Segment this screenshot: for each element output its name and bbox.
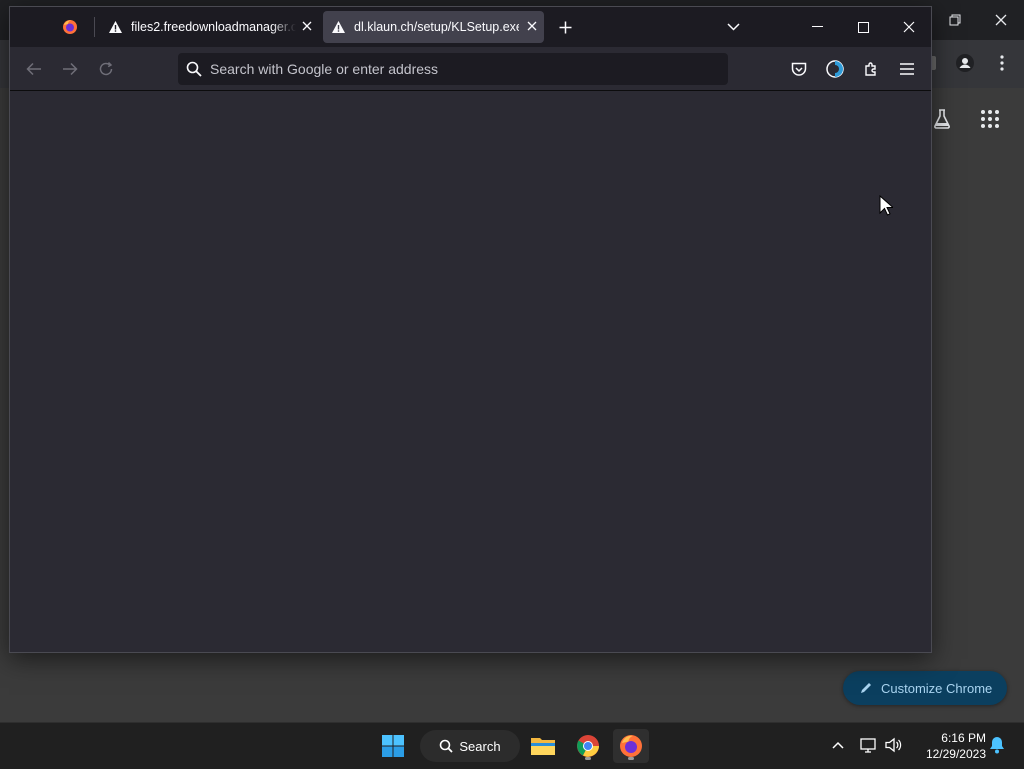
taskbar-search-label: Search <box>459 738 501 754</box>
running-indicator <box>628 757 634 760</box>
pocket-icon <box>791 62 807 76</box>
chrome-icon <box>577 735 599 757</box>
tab-firefox-view[interactable] <box>56 11 84 43</box>
forward-button[interactable] <box>57 57 83 81</box>
tab-files2-freedownloadmanager[interactable]: files2.freedownloadmanager.org <box>100 11 320 43</box>
new-tab-button[interactable] <box>552 11 578 43</box>
hamburger-icon <box>900 63 914 75</box>
pocket-button[interactable] <box>786 57 812 81</box>
page-content <box>10 91 931 652</box>
tab-title: files2.freedownloadmanager.org <box>131 20 296 34</box>
back-arrow-icon <box>26 62 41 76</box>
account-icon <box>826 60 844 78</box>
google-apps-button[interactable] <box>978 107 1002 131</box>
chevron-down-icon <box>726 23 740 31</box>
chrome-labs-button[interactable] <box>930 107 954 131</box>
warning-icon <box>332 21 345 33</box>
mouse-cursor-icon <box>879 195 893 216</box>
windows-logo-icon <box>382 735 404 757</box>
restore-icon <box>949 14 961 26</box>
firefox-icon <box>620 735 642 757</box>
address-bar-placeholder: Search with Google or enter address <box>210 61 439 77</box>
profile-icon <box>956 54 974 72</box>
customize-chrome-label: Customize Chrome <box>881 680 993 696</box>
close-icon <box>527 21 537 31</box>
reload-button[interactable] <box>93 57 119 81</box>
customize-chrome-button[interactable]: Customize Chrome <box>843 671 1007 705</box>
running-indicator <box>585 757 591 760</box>
pencil-icon <box>861 683 871 693</box>
clock[interactable]: 6:16 PM 12/29/2023 <box>914 730 986 762</box>
app-menu-button[interactable] <box>894 57 920 81</box>
minimize-icon <box>811 26 823 27</box>
plus-icon <box>559 21 571 33</box>
maximize-button[interactable] <box>848 15 878 39</box>
close-window-button[interactable] <box>894 15 924 39</box>
reload-icon <box>99 61 113 76</box>
start-button[interactable] <box>375 729 411 763</box>
back-button[interactable] <box>21 57 47 81</box>
taskbar-search[interactable]: Search <box>420 730 520 762</box>
chrome-close-button[interactable] <box>989 8 1013 32</box>
chrome-restore-button[interactable] <box>943 8 967 32</box>
maximize-icon <box>857 21 869 33</box>
list-all-tabs-button[interactable] <box>720 11 746 43</box>
tab-close-button[interactable] <box>527 20 537 34</box>
flask-icon <box>934 109 950 129</box>
puzzle-icon <box>865 62 876 76</box>
network-icon <box>860 738 876 753</box>
minimize-button[interactable] <box>802 15 832 39</box>
close-icon <box>903 21 915 33</box>
chrome-taskbar-button[interactable] <box>570 729 606 763</box>
navigation-toolbar: Search with Google or enter address <box>10 47 931 91</box>
tab-strip: files2.freedownloadmanager.org dl.klaun.… <box>10 7 931 47</box>
tab-title: dl.klaun.ch/setup/KLSetup.exe <box>354 20 519 34</box>
firefox-window: files2.freedownloadmanager.org dl.klaun.… <box>9 6 932 653</box>
bell-icon <box>990 737 1004 754</box>
tab-klaun-setup[interactable]: dl.klaun.ch/setup/KLSetup.exe <box>323 11 544 43</box>
tab-separator <box>94 17 95 37</box>
forward-arrow-icon <box>63 62 78 76</box>
extensions-button[interactable] <box>858 57 884 81</box>
chrome-profile-button[interactable] <box>953 51 977 75</box>
tab-close-button[interactable] <box>302 20 312 34</box>
kebab-menu-icon <box>1000 55 1004 71</box>
address-bar[interactable]: Search with Google or enter address <box>178 53 728 85</box>
speaker-icon <box>885 737 902 753</box>
clock-time: 6:16 PM <box>941 731 986 745</box>
taskbar: Search 6:16 PM 12/29/2023 <box>0 722 1024 769</box>
file-explorer-button[interactable] <box>525 729 561 763</box>
network-button[interactable] <box>859 735 879 755</box>
firefox-icon <box>63 20 77 34</box>
folder-icon <box>531 738 555 755</box>
volume-button[interactable] <box>884 735 904 755</box>
firefox-taskbar-button[interactable] <box>613 729 649 763</box>
close-icon <box>995 14 1007 26</box>
warning-icon <box>109 21 122 33</box>
notifications-button[interactable] <box>987 735 1007 755</box>
clock-date: 12/29/2023 <box>925 747 986 761</box>
search-icon <box>186 61 202 77</box>
chevron-up-icon <box>832 741 844 749</box>
account-button[interactable] <box>822 57 848 81</box>
chrome-menu-button[interactable] <box>990 51 1014 75</box>
show-hidden-icons-button[interactable] <box>828 735 848 755</box>
search-icon <box>440 739 454 753</box>
close-icon <box>302 21 312 31</box>
apps-grid-icon <box>981 110 999 128</box>
